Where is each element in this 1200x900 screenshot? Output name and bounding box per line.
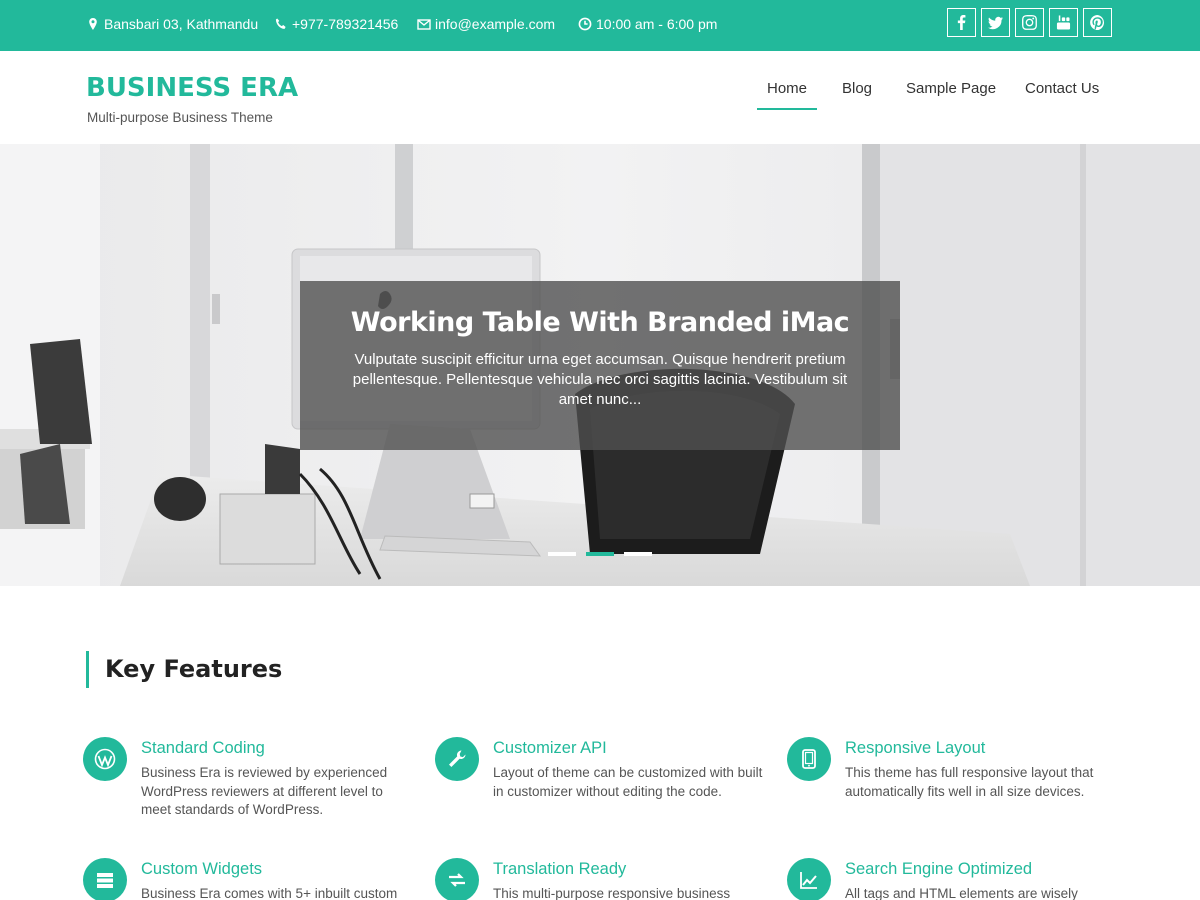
slide-text: Vulputate suscipit efficitur urna eget a… xyxy=(352,351,848,408)
nav-home[interactable]: Home xyxy=(756,80,818,110)
feature-title[interactable]: Custom Widgets xyxy=(141,860,262,879)
address-text: Bansbari 03, Kathmandu xyxy=(104,16,259,32)
key-features-heading: Key Features xyxy=(86,651,282,688)
slider-dot-1[interactable] xyxy=(548,552,576,556)
slider-dot-2[interactable] xyxy=(586,552,614,556)
envelope-icon xyxy=(417,17,431,31)
clock-icon xyxy=(578,17,592,31)
map-marker-icon xyxy=(86,17,100,31)
wordpress-icon xyxy=(83,737,127,781)
nav-contact-us[interactable]: Contact Us xyxy=(1025,80,1099,97)
exchange-icon xyxy=(435,858,479,900)
area-chart-icon xyxy=(787,858,831,900)
address-info: Bansbari 03, Kathmandu xyxy=(86,0,258,48)
top-bar: Bansbari 03, Kathmandu +977-789321456 in… xyxy=(0,0,1200,51)
tablet-icon xyxy=(787,737,831,781)
site-tagline: Multi-purpose Business Theme xyxy=(87,110,273,125)
slide-caption: Working Table With Branded iMac Vulputat… xyxy=(300,281,900,450)
feature-text: Business Era comes with 5+ inbuilt custo… xyxy=(141,886,398,900)
server-icon xyxy=(83,858,127,900)
phone-icon xyxy=(274,17,288,31)
nav-sample-page[interactable]: Sample Page xyxy=(906,80,996,97)
feature-title[interactable]: Translation Ready xyxy=(493,860,626,879)
feature-text: Business Era is reviewed by experienced … xyxy=(141,765,388,817)
hero-slider: Working Table With Branded iMac Vulputat… xyxy=(0,144,1200,586)
email-info: info@example.com xyxy=(417,0,555,48)
wrench-icon xyxy=(435,737,479,781)
instagram-icon[interactable] xyxy=(1015,8,1044,37)
feature-text: This theme has full responsive layout th… xyxy=(845,765,1094,799)
slide-title[interactable]: Working Table With Branded iMac xyxy=(300,307,900,338)
feature-title[interactable]: Responsive Layout xyxy=(845,739,985,758)
social-links xyxy=(947,8,1112,37)
slider-dot-3[interactable] xyxy=(624,552,652,556)
site-title[interactable]: BUSINESS ERA xyxy=(86,73,298,103)
feature-title[interactable]: Standard Coding xyxy=(141,739,265,758)
phone-text[interactable]: +977-789321456 xyxy=(292,16,398,32)
hours-info: 10:00 am - 6:00 pm xyxy=(578,0,717,48)
site-header: BUSINESS ERA Multi-purpose Business Them… xyxy=(0,51,1200,144)
facebook-icon[interactable] xyxy=(947,8,976,37)
nav-blog[interactable]: Blog xyxy=(842,80,872,97)
hours-text: 10:00 am - 6:00 pm xyxy=(596,16,718,32)
pinterest-icon[interactable] xyxy=(1083,8,1112,37)
email-text[interactable]: info@example.com xyxy=(435,16,555,32)
feature-title[interactable]: Search Engine Optimized xyxy=(845,860,1032,879)
feature-title[interactable]: Customizer API xyxy=(493,739,607,758)
phone-info: +977-789321456 xyxy=(274,0,398,48)
youtube-icon[interactable] xyxy=(1049,8,1078,37)
feature-text: This multi-purpose responsive business xyxy=(493,886,731,900)
twitter-icon[interactable] xyxy=(981,8,1010,37)
slider-pagination xyxy=(548,552,652,556)
feature-text: All tags and HTML elements are wisely xyxy=(845,886,1078,900)
feature-text: Layout of theme can be customized with b… xyxy=(493,765,763,799)
